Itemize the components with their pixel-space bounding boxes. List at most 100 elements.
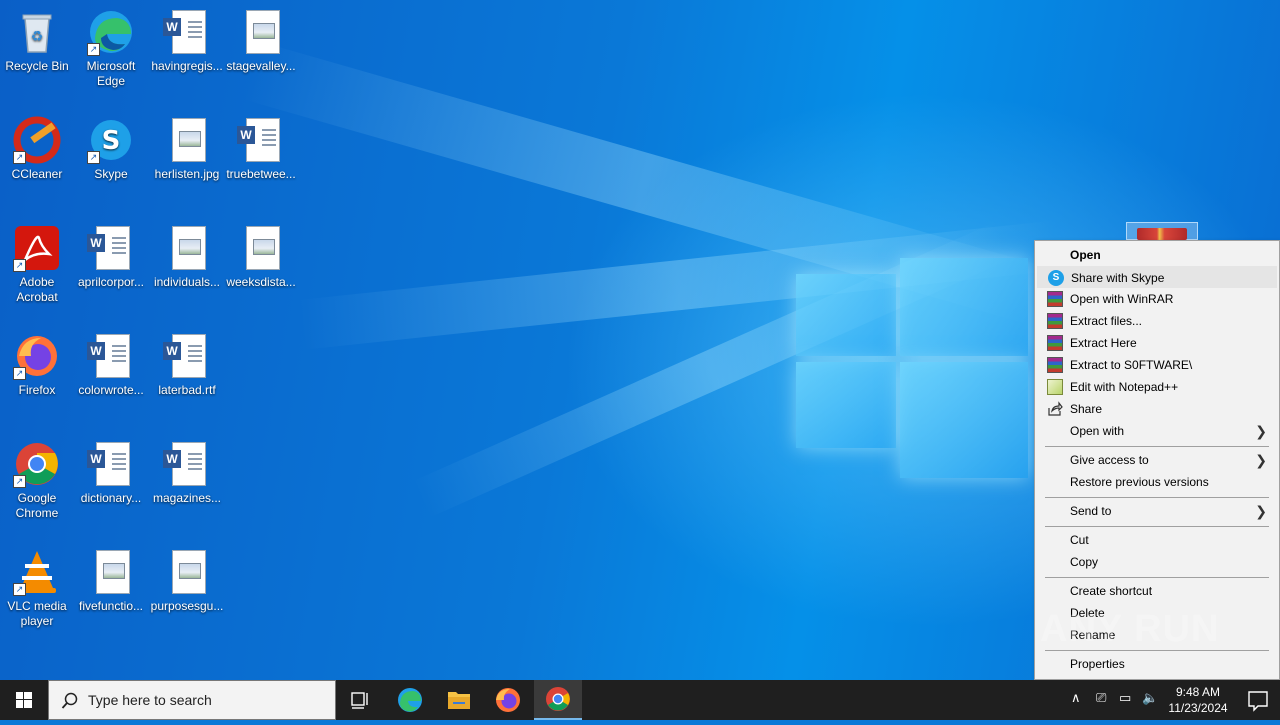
menu-item-label: Extract to S0FTWARE\ xyxy=(1070,358,1193,372)
desktop-icon-image-file[interactable]: individuals... xyxy=(150,224,224,290)
edge-icon xyxy=(398,688,422,712)
menu-item-restore-previous-versions[interactable]: Restore previous versions xyxy=(1037,471,1277,493)
word-document-icon: W xyxy=(87,440,135,488)
menu-item-extract-files[interactable]: Extract files... xyxy=(1037,310,1277,332)
menu-item-label: Create shortcut xyxy=(1070,584,1153,598)
svg-text:♻: ♻ xyxy=(31,29,44,45)
desktop-icon-word-document[interactable]: W magazines... xyxy=(150,440,224,506)
taskbar-clock[interactable]: 9:48 AM 11/23/2024 xyxy=(1160,684,1236,716)
chrome-icon: ↗ xyxy=(13,440,61,488)
desktop-icon-image-file[interactable]: stagevalley... xyxy=(224,8,298,74)
desktop-icon-word-document[interactable]: W laterbad.rtf xyxy=(150,332,224,398)
menu-item-label: Edit with Notepad++ xyxy=(1070,380,1179,394)
menu-item-extract-to-folder[interactable]: Extract to S0FTWARE\ xyxy=(1037,354,1277,376)
skype-icon: S xyxy=(1048,270,1064,286)
windows-logo-wallpaper xyxy=(796,240,1028,480)
desktop-icon-ccleaner[interactable]: ↗ CCleaner xyxy=(0,116,74,182)
file-explorer-icon xyxy=(448,692,470,709)
icon-label: CCleaner xyxy=(11,167,63,181)
menu-item-create-shortcut[interactable]: Create shortcut xyxy=(1037,580,1277,602)
icon-label: stagevalley... xyxy=(226,59,296,73)
desktop-icon-recycle-bin[interactable]: ♻ Recycle Bin xyxy=(0,8,74,74)
menu-item-send-to[interactable]: Send to ❯ xyxy=(1037,500,1277,522)
menu-item-label: Open xyxy=(1070,248,1101,262)
desktop-icon-word-document[interactable]: W colorwrote... xyxy=(74,332,148,398)
desktop-icon-word-document[interactable]: W havingregis... xyxy=(150,8,224,74)
shortcut-arrow-icon: ↗ xyxy=(13,475,26,488)
icon-label: fivefunctio... xyxy=(78,599,144,613)
icon-label: herlisten.jpg xyxy=(154,167,220,181)
desktop-icon-skype[interactable]: S ↗ Skype xyxy=(74,116,148,182)
desktop[interactable]: ♻ Recycle Bin ↗ CCleaner ↗ Adobe Acrobat… xyxy=(0,0,1280,680)
volume-icon[interactable]: 🔈 xyxy=(1142,690,1158,706)
menu-item-label: Extract Here xyxy=(1070,336,1137,350)
icon-label: dictionary... xyxy=(80,491,142,505)
taskbar-chrome[interactable] xyxy=(534,680,582,720)
taskbar-edge[interactable] xyxy=(386,680,434,720)
firefox-icon xyxy=(496,688,520,712)
desktop-icon-image-file[interactable]: purposesgu... xyxy=(150,548,224,614)
clock-time: 9:48 AM xyxy=(1175,685,1221,699)
search-placeholder: Type here to search xyxy=(88,692,212,708)
desktop-icon-word-document[interactable]: W dictionary... xyxy=(74,440,148,506)
taskbar: Type here to search ∧ ⎚ ▭ 🔈 9:48 AM 11/2… xyxy=(0,680,1280,720)
menu-item-copy[interactable]: Copy xyxy=(1037,551,1277,573)
shortcut-arrow-icon: ↗ xyxy=(13,367,26,380)
skype-icon: S ↗ xyxy=(87,116,135,164)
menu-item-label: Open with xyxy=(1070,424,1125,438)
notification-center-button[interactable] xyxy=(1236,680,1280,720)
menu-item-share-with-skype[interactable]: S Share with Skype xyxy=(1037,266,1277,288)
winrar-icon xyxy=(1047,291,1063,307)
start-button[interactable] xyxy=(0,680,48,720)
shortcut-arrow-icon: ↗ xyxy=(87,43,100,56)
desktop-icon-google-chrome[interactable]: ↗ Google Chrome xyxy=(0,440,74,521)
chevron-up-icon[interactable]: ∧ xyxy=(1071,690,1081,706)
desktop-icon-microsoft-edge[interactable]: ↗ Microsoft Edge xyxy=(74,8,148,89)
image-file-icon xyxy=(163,548,211,596)
taskbar-file-explorer[interactable] xyxy=(435,680,483,720)
winrar-icon xyxy=(1047,357,1063,373)
device-icon[interactable]: ⎚ xyxy=(1096,690,1106,706)
desktop-icon-word-document[interactable]: W truebetwee... xyxy=(224,116,298,182)
menu-item-open[interactable]: Open xyxy=(1037,244,1277,266)
menu-item-label: Properties xyxy=(1070,657,1125,671)
desktop-icon-firefox[interactable]: ↗ Firefox xyxy=(0,332,74,398)
icon-label: purposesgu... xyxy=(150,599,224,613)
task-view-button[interactable] xyxy=(336,680,384,720)
word-document-icon: W xyxy=(87,332,135,380)
menu-item-label: Send to xyxy=(1070,504,1112,518)
svg-text:S: S xyxy=(102,126,121,156)
winrar-icon xyxy=(1137,228,1187,240)
menu-separator xyxy=(1045,577,1269,578)
chrome-icon xyxy=(546,687,570,711)
network-icon[interactable]: ▭ xyxy=(1119,690,1131,706)
image-file-icon xyxy=(163,224,211,272)
icon-label: magazines... xyxy=(152,491,222,505)
menu-item-edit-with-notepadpp[interactable]: Edit with Notepad++ xyxy=(1037,376,1277,398)
menu-item-label: Share xyxy=(1070,402,1103,416)
desktop-icon-image-file[interactable]: fivefunctio... xyxy=(74,548,148,614)
word-document-icon: W xyxy=(87,224,135,272)
desktop-icon-vlc[interactable]: ↗ VLC media player xyxy=(0,548,74,629)
desktop-icon-adobe-acrobat[interactable]: ↗ Adobe Acrobat xyxy=(0,224,74,305)
icon-label: VLC media player xyxy=(7,599,67,628)
menu-item-open-with-winrar[interactable]: Open with WinRAR xyxy=(1037,288,1277,310)
winrar-icon xyxy=(1047,335,1063,351)
desktop-icon-image-file[interactable]: herlisten.jpg xyxy=(150,116,224,182)
menu-item-extract-here[interactable]: Extract Here xyxy=(1037,332,1277,354)
notepadpp-icon xyxy=(1047,379,1063,395)
taskbar-search-box[interactable]: Type here to search xyxy=(48,680,336,720)
menu-item-cut[interactable]: Cut xyxy=(1037,529,1277,551)
menu-item-open-with[interactable]: Open with ❯ xyxy=(1037,420,1277,442)
taskbar-firefox[interactable] xyxy=(484,680,532,720)
selected-archive-icon[interactable] xyxy=(1126,222,1198,240)
word-document-icon: W xyxy=(163,8,211,56)
desktop-icon-word-document[interactable]: W aprilcorpor... xyxy=(74,224,148,290)
menu-item-share[interactable]: Share xyxy=(1037,398,1277,420)
image-file-icon xyxy=(163,116,211,164)
icon-label: Microsoft Edge xyxy=(86,59,136,88)
icon-label: weeksdista... xyxy=(226,275,296,289)
menu-item-give-access-to[interactable]: Give access to ❯ xyxy=(1037,449,1277,471)
desktop-icon-image-file[interactable]: weeksdista... xyxy=(224,224,298,290)
menu-item-properties[interactable]: Properties xyxy=(1037,653,1277,675)
